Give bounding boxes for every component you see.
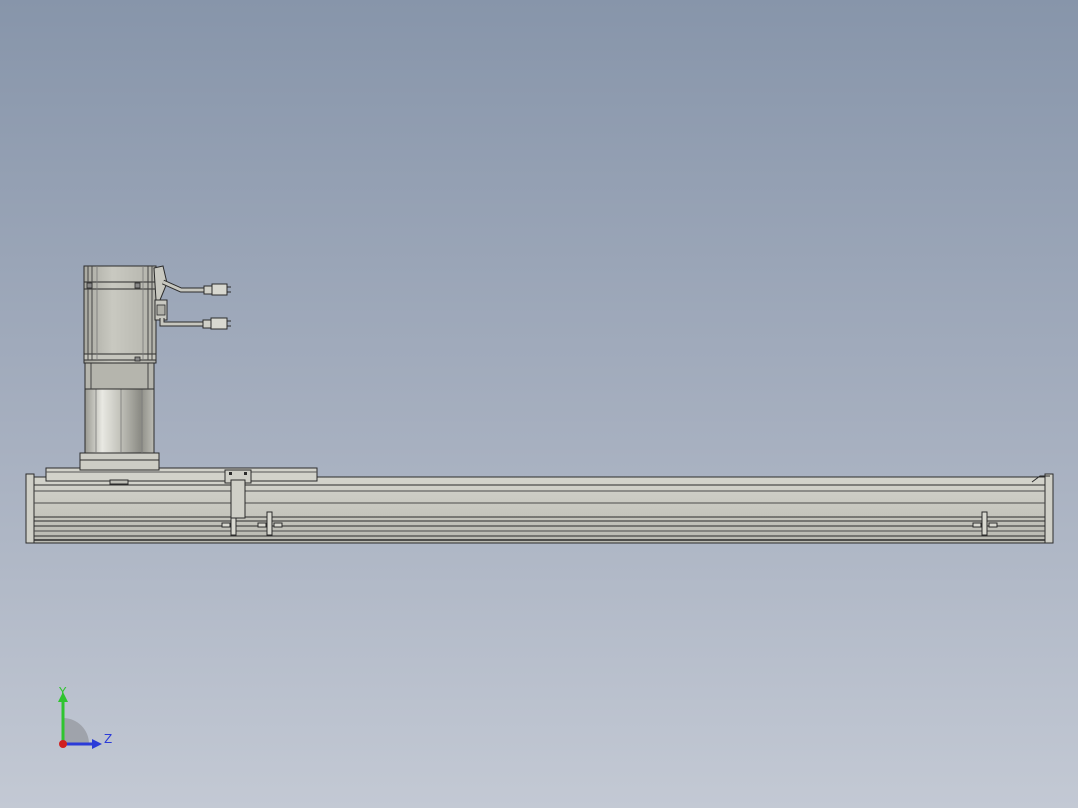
z-axis-label: Z (104, 732, 112, 746)
encoder-cable[interactable] (161, 279, 231, 296)
linear-rail-module[interactable] (25, 473, 1054, 544)
orientation-triad: Y Z (58, 686, 112, 749)
triad-plane-icon (63, 718, 89, 744)
cad-model[interactable] (0, 0, 1078, 808)
power-cable[interactable] (159, 317, 231, 330)
gear-reducer[interactable] (79, 361, 160, 471)
servo-motor[interactable] (83, 265, 168, 364)
graphics-viewport[interactable]: Y Z (0, 0, 1078, 808)
y-axis-label: Y (58, 686, 67, 699)
x-axis-dot-icon (59, 740, 67, 748)
